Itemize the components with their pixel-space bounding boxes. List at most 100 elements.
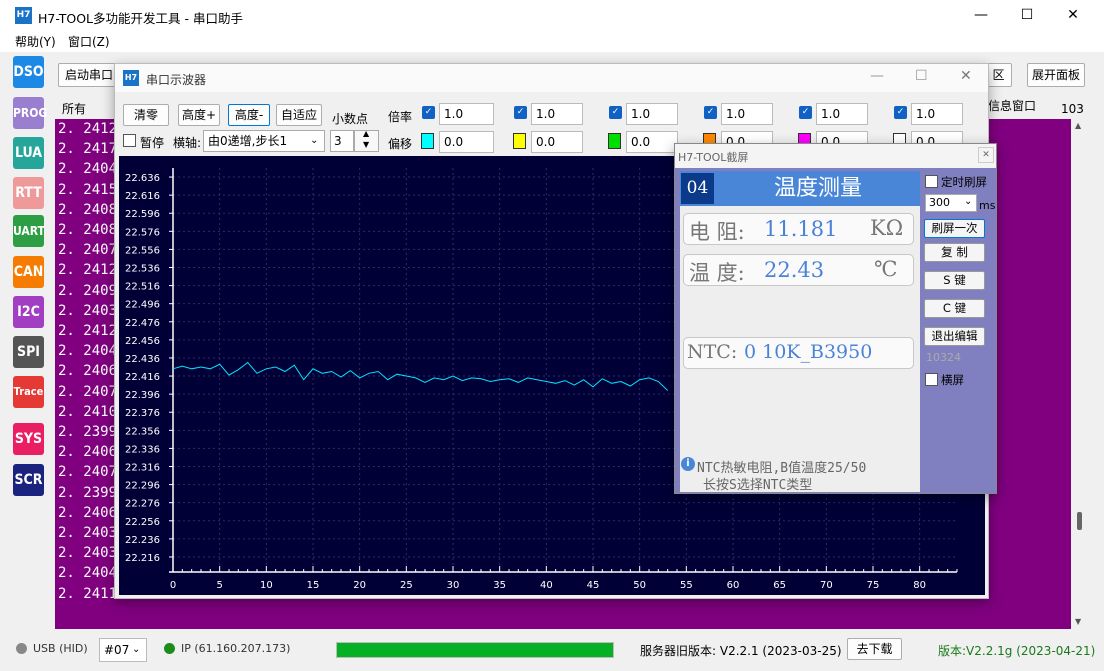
info-window-label[interactable]: 信息窗口 — [988, 97, 1036, 114]
window-title: H7-TOOL多功能开发工具 - 串口助手 — [38, 11, 243, 26]
module-dso-button[interactable]: DSO — [13, 56, 44, 88]
step-up-icon[interactable]: ▲ — [363, 129, 369, 138]
module-uart-button[interactable]: UART — [13, 215, 45, 247]
log-line: 2. 2404 — [58, 161, 118, 178]
scope-logo-icon: H7 — [123, 70, 139, 86]
channel-5-scale-input[interactable]: 1.0 — [816, 103, 868, 125]
x-tick-label: 80 — [913, 580, 926, 591]
module-trace-button[interactable]: Trace — [13, 376, 44, 408]
channel-4-enable-checkbox[interactable]: ✓ — [704, 106, 717, 119]
auto-fit-button[interactable]: 自适应 — [276, 104, 322, 126]
channel-1-scale-input[interactable]: 1.0 — [439, 103, 494, 125]
pause-checkbox[interactable] — [123, 134, 136, 147]
y-tick-label: 22.356 — [125, 426, 160, 437]
area-button[interactable]: 区 — [986, 63, 1012, 87]
channel-2-enable-checkbox[interactable]: ✓ — [514, 106, 527, 119]
expand-panel-button[interactable]: 展开面板 — [1027, 63, 1085, 87]
channel-2-offset-input[interactable]: 0.0 — [531, 131, 583, 153]
interval-select[interactable]: 300 ⌄ — [925, 194, 977, 212]
decimals-stepper[interactable]: ▲ ▼ — [354, 129, 379, 152]
timer-refresh-label: 定时刷屏 — [941, 175, 987, 189]
maximize-button[interactable]: ☐ — [1004, 0, 1050, 30]
channel-3-scale-input[interactable]: 1.0 — [626, 103, 678, 125]
progress-fill — [337, 643, 613, 657]
download-button[interactable]: 去下载 — [847, 638, 902, 660]
log-scrollbar[interactable]: ▲ ▼ — [1071, 119, 1088, 629]
scroll-thumb[interactable] — [1077, 512, 1082, 530]
landscape-checkbox[interactable] — [925, 373, 938, 386]
channel-1-enable-checkbox[interactable]: ✓ — [422, 106, 435, 119]
log-line: 2. 2403 — [58, 525, 118, 541]
channel-4-scale-input[interactable]: 1.0 — [721, 103, 773, 125]
module-rtt-button[interactable]: RTT — [13, 177, 44, 209]
menu-help[interactable]: 帮助(Y) — [15, 33, 56, 50]
timer-refresh-checkbox[interactable] — [925, 175, 938, 188]
channel-1-color-swatch[interactable] — [421, 133, 434, 149]
y-tick-label: 22.536 — [125, 264, 160, 275]
ip-status-icon — [164, 643, 175, 654]
y-tick-label: 22.576 — [125, 227, 160, 238]
module-sys-button[interactable]: SYS — [13, 423, 44, 455]
close-button[interactable]: ✕ — [1050, 0, 1096, 30]
channel-6-scale-input[interactable]: 1.0 — [911, 103, 963, 125]
app-logo-icon: H7 — [15, 7, 32, 24]
lcd-screen: 04 温度测量 电 阻: 11.181 KΩ 温 度: 22.43 ℃ NTC:… — [680, 171, 920, 493]
channel-2-scale-input[interactable]: 1.0 — [531, 103, 583, 125]
menu-bar — [0, 30, 1104, 52]
scroll-down-icon[interactable]: ▼ — [1075, 617, 1081, 626]
channel-5-enable-checkbox[interactable]: ✓ — [799, 106, 812, 119]
minimize-button[interactable]: — — [958, 0, 1004, 30]
refresh-once-button[interactable]: 刷屏一次 — [924, 219, 985, 238]
height-down-button[interactable]: 高度- — [228, 104, 270, 126]
y-tick-label: 22.296 — [125, 481, 160, 492]
height-up-button[interactable]: 高度+ — [178, 104, 220, 126]
x-tick-label: 5 — [216, 580, 222, 591]
copy-button[interactable]: 复 制 — [924, 243, 985, 262]
channel-3-offset-input[interactable]: 0.0 — [626, 131, 678, 153]
exit-edit-button[interactable]: 退出编辑 — [924, 327, 985, 346]
scope-close-icon[interactable]: ✕ — [960, 68, 972, 84]
start-serial-button[interactable]: 启动串口 — [58, 63, 120, 87]
y-tick-label: 22.496 — [125, 300, 160, 311]
scope-maximize-icon[interactable]: ☐ — [915, 68, 928, 84]
screenshot-window: H7-TOOL截屏 ✕ 04 温度测量 电 阻: 11.181 KΩ 温 度: … — [674, 143, 997, 494]
screenshot-close-button[interactable]: ✕ — [978, 147, 994, 163]
menu-window[interactable]: 窗口(Z) — [68, 33, 110, 50]
channel-6-enable-checkbox[interactable]: ✓ — [894, 106, 907, 119]
module-lua-button[interactable]: LUA — [13, 137, 44, 169]
module-i2c-button[interactable]: I2C — [13, 296, 44, 328]
xaxis-select[interactable]: 由0递增,步长1 ⌄ — [203, 130, 325, 152]
x-tick-label: 75 — [867, 580, 880, 591]
log-line: 2. 2399 — [58, 484, 118, 501]
ntc-label: NTC: — [687, 341, 738, 363]
s-key-button[interactable]: S 键 — [924, 271, 985, 290]
tab-all[interactable]: 所有 — [62, 100, 86, 117]
x-tick-label: 40 — [540, 580, 553, 591]
module-prog-button[interactable]: PROG — [13, 97, 47, 129]
module-can-button[interactable]: CAN — [13, 256, 44, 288]
y-tick-label: 22.636 — [125, 173, 160, 184]
log-line: 2. 2407 — [58, 242, 118, 259]
x-tick-label: 60 — [727, 580, 740, 591]
scroll-up-icon[interactable]: ▲ — [1075, 121, 1081, 130]
y-tick-label: 22.516 — [125, 282, 160, 293]
scope-titlebar[interactable] — [115, 64, 988, 92]
log-line: 2. 2404 — [58, 343, 118, 360]
usb-status: USB (HID) — [33, 642, 88, 655]
clear-button[interactable]: 清零 — [123, 104, 169, 126]
c-key-button[interactable]: C 键 — [924, 299, 985, 318]
x-tick-label: 30 — [447, 580, 460, 591]
channel-3-enable-checkbox[interactable]: ✓ — [609, 106, 622, 119]
landscape-label: 横屏 — [941, 373, 964, 387]
device-select[interactable]: #07 ⌄ — [99, 638, 147, 662]
decimals-input[interactable]: 3 — [330, 130, 354, 152]
channel-3-color-swatch[interactable] — [608, 133, 621, 149]
step-down-icon[interactable]: ▼ — [363, 140, 369, 149]
log-line: 2. 2417 — [58, 141, 118, 158]
module-spi-button[interactable]: SPI — [13, 336, 44, 368]
channel-2-color-swatch[interactable] — [513, 133, 526, 149]
channel-1-offset-input[interactable]: 0.0 — [439, 131, 494, 153]
counter: 10324 — [926, 351, 961, 364]
scope-minimize-icon[interactable]: — — [870, 68, 884, 84]
module-scr-button[interactable]: SCR — [13, 464, 44, 496]
